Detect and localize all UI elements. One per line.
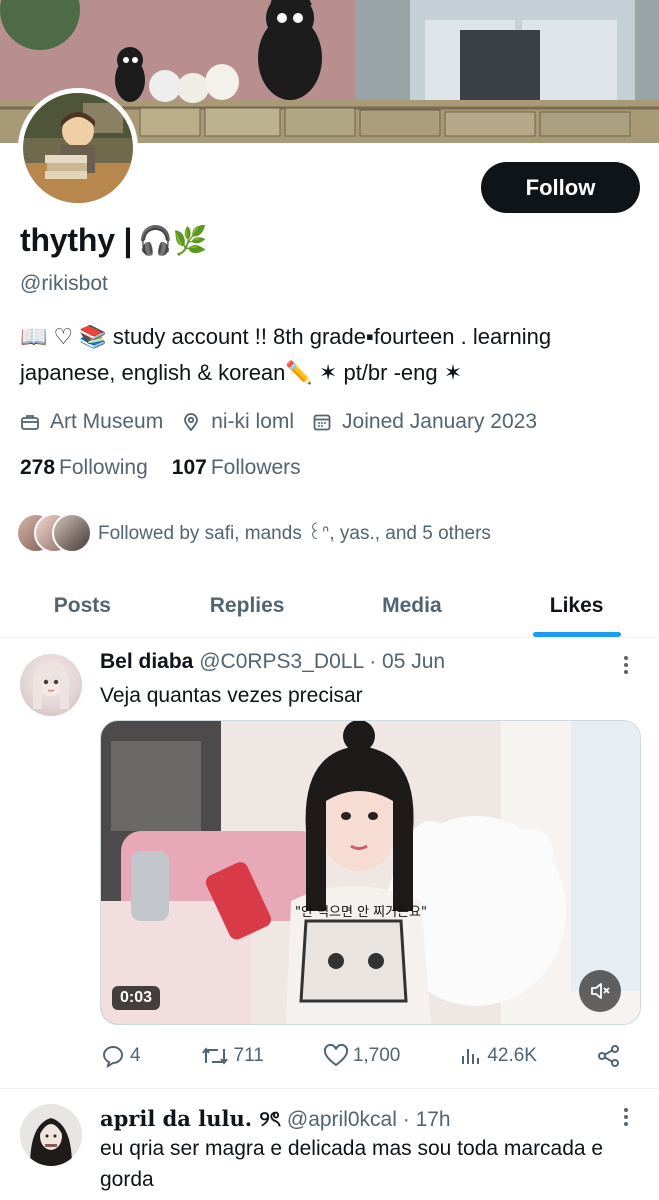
meta-work-label: Art Museum	[50, 410, 164, 433]
repost-button[interactable]: 711	[200, 1043, 264, 1069]
tweet-author-name[interactable]: Bel diaba	[100, 650, 193, 673]
display-name: thythy | 🎧🌿	[20, 222, 208, 259]
tweet-video[interactable]: "안 먹으면 안 찌거든요" 0:03	[100, 720, 641, 1025]
tweet-avatar[interactable]	[20, 1104, 82, 1166]
meta-location-label: ni-ki loml	[211, 410, 295, 433]
meta-location: ni-ki loml	[181, 410, 294, 434]
tab-replies[interactable]: Replies	[165, 575, 330, 637]
profile-stats: 278 Following 107 Followers	[20, 456, 301, 480]
share-button[interactable]	[596, 1043, 622, 1069]
tweet-timestamp[interactable]: · 17h	[403, 1108, 451, 1131]
mute-button[interactable]	[579, 970, 621, 1012]
profile-avatar[interactable]	[18, 88, 138, 208]
video-duration: 0:03	[112, 986, 161, 1010]
following-link[interactable]: 278 Following	[20, 456, 148, 480]
tab-likes[interactable]: Likes	[494, 575, 659, 637]
views-icon	[462, 1049, 480, 1064]
tab-media[interactable]: Media	[330, 575, 495, 637]
views-button[interactable]: 42.6K	[459, 1044, 537, 1068]
briefcase-icon	[21, 415, 39, 430]
reply-count: 4	[130, 1045, 141, 1066]
display-name-text: thythy |	[20, 222, 133, 258]
more-vertical-icon[interactable]	[614, 653, 638, 677]
meta-joined: Joined January 2023	[312, 410, 537, 434]
tweet-text: eu qria ser magra e delicada mas sou tod…	[100, 1137, 604, 1191]
followed-by[interactable]: Followed by safi, mands ꒰ᐢ, yas., and 5 …	[16, 512, 491, 553]
mutual-avatar	[52, 513, 92, 553]
share-icon	[597, 1045, 619, 1067]
tweet-author-handle[interactable]: @C0RPS3_D0LL	[199, 650, 363, 673]
reply-icon	[102, 1046, 123, 1069]
repost-icon	[201, 1047, 228, 1065]
tab-posts[interactable]: Posts	[0, 575, 165, 637]
tweet-text: Veja quantas vezes precisar	[100, 684, 363, 707]
heart-icon	[323, 1043, 348, 1067]
follow-button[interactable]: Follow	[481, 162, 640, 213]
svg-text:"안 먹으면 안 찌거든요": "안 먹으면 안 찌거든요"	[295, 905, 427, 920]
video-frame: "안 먹으면 안 찌거든요"	[101, 721, 640, 1024]
followers-count: 107	[171, 456, 207, 479]
profile-handle: @rikisbot	[20, 272, 108, 295]
profile-meta: Art Museum ni-ki loml Joined January 202…	[20, 405, 555, 439]
location-pin-icon	[184, 413, 199, 432]
like-count: 1,700	[352, 1045, 401, 1066]
more-vertical-icon[interactable]	[614, 1105, 638, 1129]
followed-by-avatars	[16, 512, 94, 553]
tweet-avatar[interactable]	[20, 654, 82, 716]
following-label: Following	[59, 456, 148, 479]
following-count: 278	[20, 456, 56, 479]
view-count: 42.6K	[487, 1045, 537, 1066]
meta-joined-label: Joined January 2023	[342, 410, 538, 433]
bio-line-1: 📖 ♡ 📚 study account !! 8th grade▪fourtee…	[20, 324, 552, 349]
profile-tabs: Posts Replies Media Likes	[0, 575, 659, 638]
like-button[interactable]: 1,700	[323, 1043, 401, 1069]
repost-count: 711	[233, 1045, 264, 1066]
display-name-emoji: 🎧🌿	[138, 225, 208, 256]
reply-button[interactable]: 4	[100, 1043, 141, 1069]
bio-line-2: japanese, english & korean✏️ ✶ pt/br -en…	[20, 360, 463, 385]
muted-speaker-icon	[591, 983, 610, 999]
followed-by-text: Followed by safi, mands ꒰ᐢ, yas., and 5 …	[98, 523, 491, 544]
tweet-actions: 4 711 1,700 42.6K	[100, 1040, 622, 1072]
tweet-author-name[interactable]: april da lulu. ୨ৎ	[100, 1106, 281, 1131]
calendar-icon	[313, 414, 331, 431]
followers-link[interactable]: 107 Followers	[172, 456, 301, 480]
tweet-timestamp[interactable]: · 05 Jun	[369, 650, 445, 673]
meta-work: Art Museum	[20, 410, 163, 434]
tweet-author-handle[interactable]: @april0kcal	[287, 1108, 397, 1131]
tweet-header: Bel diaba @C0RPS3_D0LL · 05 Jun	[100, 650, 445, 674]
profile-bio: 📖 ♡ 📚 study account !! 8th grade▪fourtee…	[20, 319, 645, 391]
followers-label: Followers	[210, 456, 301, 479]
